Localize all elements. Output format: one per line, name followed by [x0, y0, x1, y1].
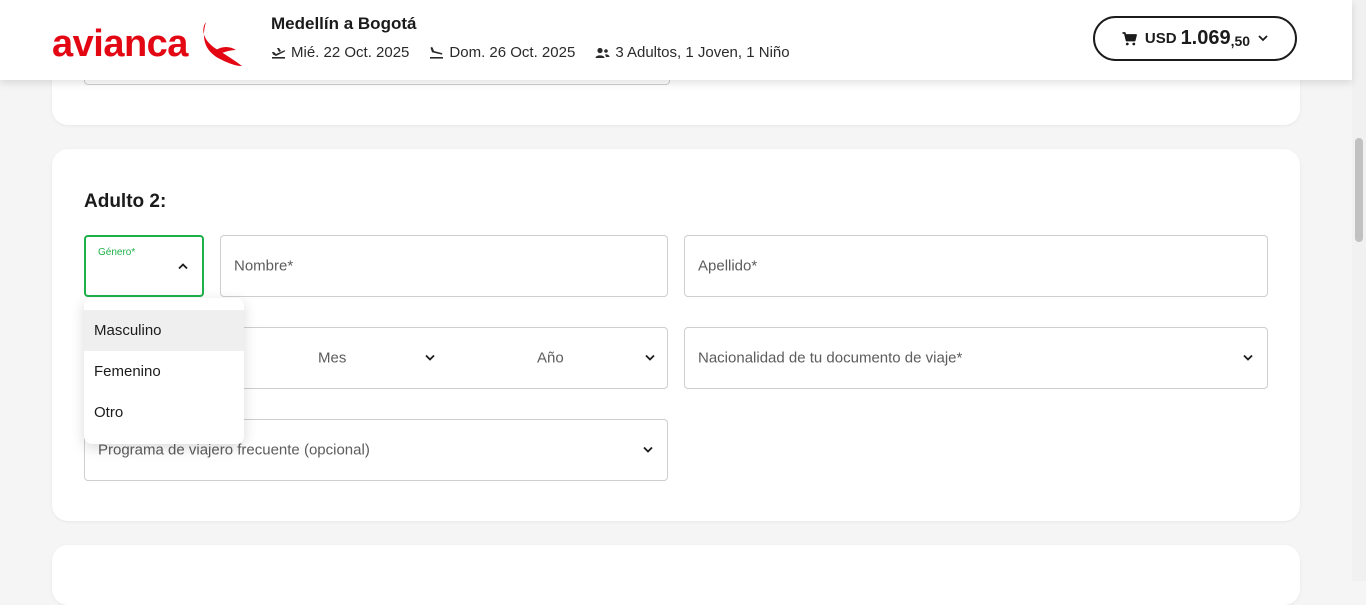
chevron-down-icon	[1243, 354, 1253, 361]
nombre-placeholder: Nombre*	[234, 257, 294, 275]
cart-currency: USD	[1144, 30, 1177, 47]
genero-option-otro[interactable]: Otro	[84, 392, 244, 433]
top-header: avianca Medellín a Bogotá Mié. 22 Oct. 2…	[0, 0, 1352, 80]
avianca-logo[interactable]: avianca	[52, 20, 247, 68]
chevron-down-icon[interactable]	[425, 354, 435, 362]
section-title: Adulto 2:	[84, 191, 167, 212]
genero-option-masculino[interactable]: Masculino	[84, 310, 244, 351]
nacionalidad-placeholder: Nacionalidad de tu documento de viaje*	[698, 349, 963, 367]
chevron-down-icon	[1258, 35, 1268, 42]
logo-wordmark: avianca	[52, 23, 188, 65]
return-date-text: Dom. 26 Oct. 2025	[449, 44, 576, 61]
trip-info: Mié. 22 Oct. 2025 Dom. 26 Oct. 2025 3 Ad…	[271, 44, 810, 61]
departure-date-text: Mié. 22 Oct. 2025	[291, 44, 410, 61]
next-passenger-card	[52, 545, 1300, 605]
passengers-icon	[595, 47, 610, 58]
genero-select[interactable]: Género*	[84, 235, 204, 297]
genero-label: Género*	[98, 247, 136, 258]
anio-select[interactable]: Año	[537, 350, 564, 367]
passengers-summary: 3 Adultos, 1 Joven, 1 Niño	[595, 44, 790, 61]
chevron-up-icon	[178, 263, 188, 270]
return-date: Dom. 26 Oct. 2025	[429, 44, 575, 61]
plane-landing-icon	[430, 47, 444, 59]
nacionalidad-select[interactable]: Nacionalidad de tu documento de viaje*	[684, 327, 1268, 389]
page-scrollbar[interactable]	[1352, 0, 1366, 581]
cart-total-button[interactable]: USD 1.069 ,50	[1093, 16, 1297, 61]
programa-placeholder: Programa de viajero frecuente (opcional)	[98, 441, 370, 459]
passengers-text: 3 Adultos, 1 Joven, 1 Niño	[615, 44, 790, 61]
chevron-down-icon[interactable]	[645, 354, 655, 362]
departure-date: Mié. 22 Oct. 2025	[271, 44, 409, 61]
cart-icon	[1122, 31, 1137, 45]
apellido-placeholder: Apellido*	[698, 257, 758, 275]
cart-amount: 1.069	[1180, 27, 1231, 49]
apellido-input[interactable]: Apellido*	[684, 235, 1268, 297]
genero-dropdown-menu: Masculino Femenino Otro	[84, 298, 244, 444]
scrollbar-thumb[interactable]	[1355, 138, 1363, 242]
plane-takeoff-icon	[272, 48, 286, 59]
nombre-input[interactable]: Nombre*	[220, 235, 668, 297]
logo-bird-icon	[203, 22, 242, 66]
chevron-down-icon	[643, 446, 653, 453]
mes-select[interactable]: Mes	[318, 350, 346, 367]
cart-decimals: ,50	[1230, 32, 1251, 49]
genero-option-femenino[interactable]: Femenino	[84, 351, 244, 392]
route-title: Medellín a Bogotá	[271, 14, 417, 33]
